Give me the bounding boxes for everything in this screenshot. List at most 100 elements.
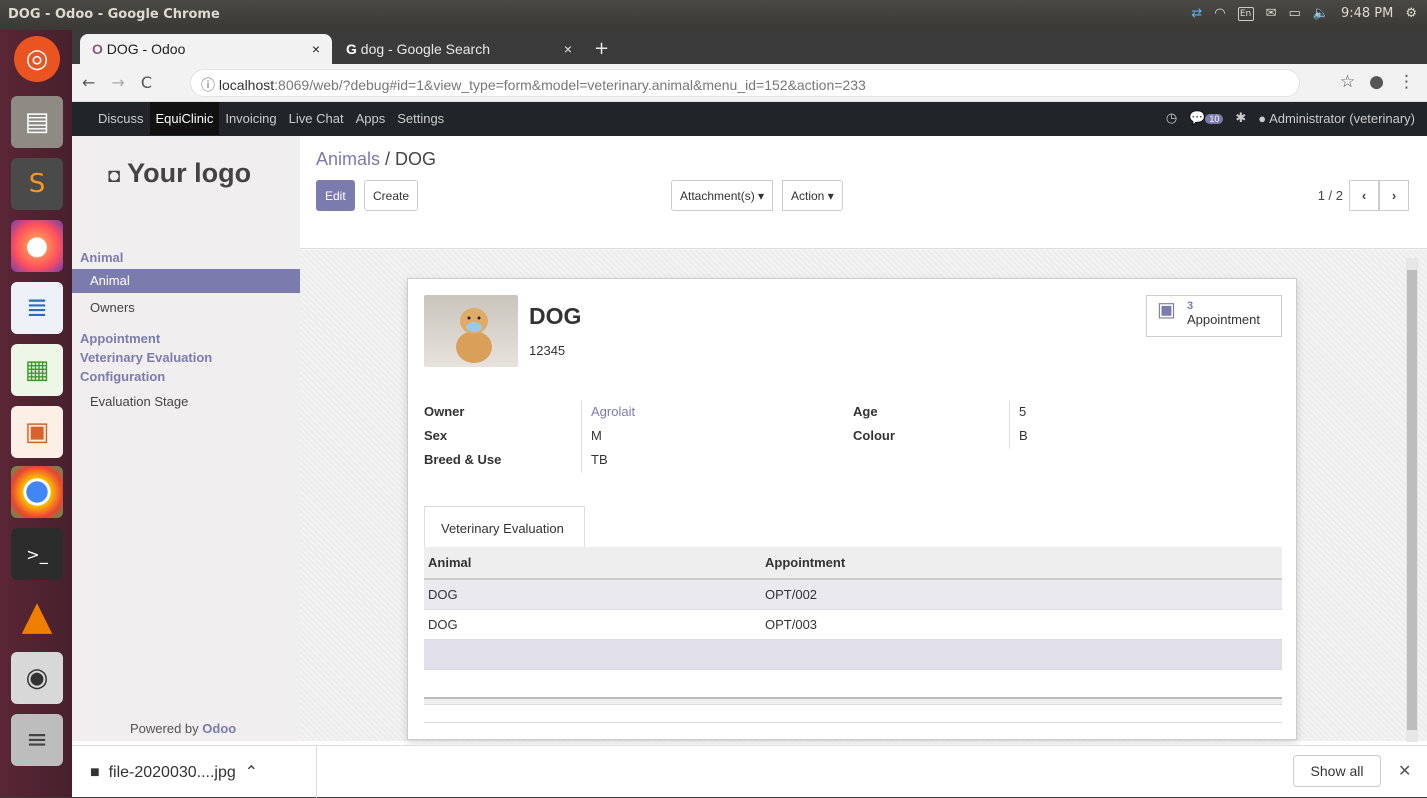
mail-icon[interactable]: ✉ — [1266, 6, 1277, 21]
activity-clock-icon[interactable]: ◷ — [1166, 110, 1177, 126]
sublime-icon[interactable]: S — [11, 158, 63, 210]
menu-invoicing[interactable]: Invoicing — [219, 102, 282, 135]
google-favicon-icon: G — [346, 41, 357, 57]
attachments-dropdown[interactable]: Attachment(s) ▾ — [671, 180, 774, 211]
column-header-animal[interactable]: Animal — [424, 547, 761, 580]
menu-apps[interactable]: Apps — [350, 102, 392, 135]
sidebar-section-configuration[interactable]: Configuration — [80, 369, 165, 384]
evaluation-table: Animal Appointment DOG OPT/002 DOG OPT/003 — [424, 547, 1282, 670]
table-row[interactable]: DOG OPT/003 — [424, 609, 1282, 640]
calc-icon[interactable]: ▦ — [11, 344, 63, 396]
show-all-button[interactable]: Show all — [1293, 755, 1381, 787]
info-icon[interactable]: ⓘ — [201, 77, 215, 93]
table-footer — [424, 697, 1282, 705]
column-header-appointment[interactable]: Appointment — [761, 547, 1282, 580]
menu-live-chat[interactable]: Live Chat — [283, 102, 350, 135]
form-sheet: DOG 12345 ▣ 3 Appointment Owner Sex Bree… — [407, 278, 1297, 740]
reload-icon[interactable]: C — [141, 73, 152, 92]
clock[interactable]: 9:48 PM — [1341, 6, 1393, 21]
impress-icon[interactable]: ▣ — [11, 406, 63, 458]
terminal-icon[interactable]: >_ — [11, 528, 63, 580]
calendar-check-icon: ▣ — [1157, 299, 1176, 321]
sidebar-section-veterinary-evaluation[interactable]: Veterinary Evaluation — [80, 350, 212, 365]
tab-label: DOG - Odoo — [106, 41, 186, 57]
chrome-icon[interactable] — [11, 466, 63, 518]
close-icon[interactable]: × — [564, 41, 572, 57]
app-sidebar: ◘ Your logo Animal Animal Owners Appoint… — [72, 136, 300, 741]
powered-by: Powered by Odoo — [130, 721, 236, 736]
close-icon[interactable]: × — [312, 41, 320, 57]
workspace-icon[interactable]: ≡ — [11, 714, 63, 766]
sidebar-item-animal[interactable]: Animal — [72, 269, 300, 293]
close-icon[interactable]: ✕ — [1398, 761, 1411, 781]
image-file-icon: ■ — [90, 764, 100, 781]
teamviewer-icon[interactable]: ⇄ — [1191, 6, 1202, 21]
menu-equiclinic[interactable]: EquiClinic — [149, 102, 220, 135]
scrollbar-thumb[interactable] — [1407, 270, 1417, 730]
tab-label: dog - Google Search — [360, 41, 490, 57]
sidebar-section-animal[interactable]: Animal — [80, 250, 123, 265]
scrollbar[interactable] — [1406, 258, 1418, 742]
ubuntu-icon[interactable]: ◎ — [14, 36, 60, 82]
browser-window: O DOG - Odoo × G dog - Google Search × +… — [72, 30, 1427, 798]
battery-icon[interactable]: ▭ — [1288, 6, 1300, 21]
table-row[interactable]: DOG OPT/002 — [424, 579, 1282, 610]
chevron-up-icon[interactable]: ⌃ — [245, 764, 258, 781]
appointment-smart-button[interactable]: ▣ 3 Appointment — [1146, 295, 1282, 337]
owner-label: Owner — [424, 404, 465, 419]
volume-icon[interactable]: 🔈 — [1313, 6, 1329, 21]
animal-photo[interactable] — [424, 295, 518, 367]
camera-icon[interactable]: ◉ — [11, 652, 63, 704]
menu-dots-icon[interactable]: ⋮ — [1398, 72, 1415, 92]
action-label: Action — [791, 189, 825, 203]
user-menu[interactable]: ● Administrator (veterinary) — [1258, 111, 1415, 126]
odoo-link[interactable]: Odoo — [202, 721, 236, 736]
debug-bug-icon[interactable]: ✱ — [1235, 110, 1246, 126]
back-icon[interactable]: ← — [82, 73, 95, 92]
files-icon[interactable]: ▤ — [11, 96, 63, 148]
breadcrumb-animals[interactable]: Animals — [316, 149, 380, 169]
company-logo[interactable]: ◘ Your logo — [108, 158, 251, 189]
animal-code[interactable]: 12345 — [529, 343, 565, 358]
sidebar-item-evaluation-stage[interactable]: Evaluation Stage — [90, 394, 188, 409]
menu-discuss[interactable]: Discuss — [92, 102, 150, 135]
wifi-icon[interactable]: ◠ — [1214, 6, 1225, 21]
breadcrumb: Animals / DOG — [316, 149, 436, 170]
sidebar-section-appointment[interactable]: Appointment — [80, 331, 160, 346]
menu-settings[interactable]: Settings — [391, 102, 450, 135]
logo-text: Your logo — [127, 158, 252, 188]
bookmark-star-icon[interactable]: ☆ — [1340, 72, 1355, 92]
forward-icon[interactable]: → — [111, 73, 124, 92]
cell-appointment: OPT/003 — [761, 609, 1282, 640]
pager-previous-icon[interactable]: ‹ — [1349, 180, 1379, 211]
tab-veterinary-evaluation[interactable]: Veterinary Evaluation — [424, 506, 585, 548]
download-item[interactable]: ■ file-2020030....jpg ⌃ — [90, 762, 258, 782]
sidebar-item-owners[interactable]: Owners — [90, 300, 135, 315]
pager-value[interactable]: 1 / 2 — [1318, 188, 1343, 203]
action-dropdown[interactable]: Action ▾ — [782, 180, 843, 211]
animal-name[interactable]: DOG — [529, 303, 581, 330]
chat-icon[interactable]: 💬 10 — [1189, 110, 1224, 126]
tab-odoo[interactable]: O DOG - Odoo × — [80, 34, 332, 64]
writer-icon[interactable]: ≣ — [11, 282, 63, 334]
owner-link[interactable]: Agrolait — [591, 404, 635, 419]
sex-label: Sex — [424, 428, 448, 443]
address-bar[interactable]: ⓘ localhost:8069/web/?debug#id=1&view_ty… — [190, 69, 1300, 97]
appointment-label: Appointment — [1187, 312, 1260, 327]
settings-gear-icon[interactable]: ⚙ — [1405, 6, 1417, 21]
create-button[interactable]: Create — [364, 180, 419, 211]
breed-label: Breed & Use — [424, 452, 502, 467]
vlc-icon[interactable]: ▲ — [11, 590, 63, 642]
age-label: Age — [853, 404, 878, 419]
keyboard-layout[interactable]: En — [1237, 6, 1254, 21]
download-bar: ■ file-2020030....jpg ⌃ Show all ✕ — [72, 745, 1427, 798]
tab-google[interactable]: G dog - Google Search × — [334, 34, 584, 64]
control-panel: Animals / DOG Edit Create Attachment(s) … — [300, 136, 1427, 249]
profile-icon[interactable]: ● — [1369, 72, 1384, 92]
edit-button[interactable]: Edit — [316, 180, 355, 211]
main-content: Animals / DOG Edit Create Attachment(s) … — [300, 136, 1427, 741]
new-tab-icon[interactable]: + — [594, 38, 609, 59]
firefox-icon[interactable]: ● — [11, 220, 63, 272]
camera-plus-icon: ◘ — [108, 165, 121, 187]
pager-next-icon[interactable]: › — [1379, 180, 1409, 211]
